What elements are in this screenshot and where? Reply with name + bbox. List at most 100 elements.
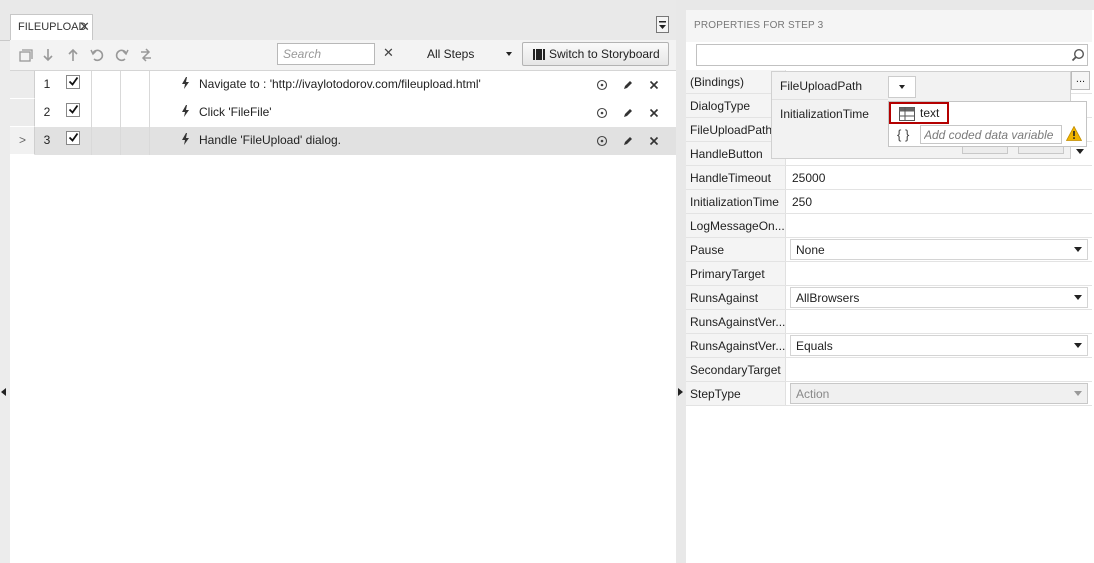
move-up-icon[interactable] xyxy=(65,47,81,63)
steps-search-input[interactable] xyxy=(278,44,378,64)
pause-select[interactable]: None xyxy=(790,239,1088,260)
warning-icon xyxy=(1066,126,1082,141)
switch-to-storyboard-button[interactable]: Switch to Storyboard xyxy=(522,42,669,66)
step-row[interactable]: 1 Navigate to : 'http://ivaylotodorov.co… xyxy=(10,71,676,99)
edit-step-icon[interactable] xyxy=(622,79,634,91)
step-description: Click 'FileFile' xyxy=(199,105,272,119)
column-divider xyxy=(91,71,92,99)
chevron-down-icon xyxy=(899,85,905,89)
tab-title: FILEUPLOAD xyxy=(18,21,87,33)
column-divider xyxy=(120,127,121,155)
step-row[interactable]: 2 Click 'FileFile' xyxy=(10,99,676,127)
step-enabled-checkbox[interactable] xyxy=(66,103,80,117)
column-divider xyxy=(91,127,92,155)
runsagainstversion-compare-select[interactable]: Equals xyxy=(790,335,1088,356)
checkmark-icon xyxy=(68,76,79,86)
step-number: 3 xyxy=(43,133,51,147)
clear-search-icon[interactable]: ✕ xyxy=(383,45,394,61)
property-name: PrimaryTarget xyxy=(686,262,786,285)
binding-options-dropdown: text { } xyxy=(888,101,1087,147)
tab-close-icon[interactable]: ✕ xyxy=(79,19,90,35)
property-value[interactable]: 25000 xyxy=(792,171,825,185)
property-row-runsagainst[interactable]: RunsAgainst AllBrowsers xyxy=(686,286,1092,310)
step-row-selected[interactable]: > 3 Handle 'FileUpload' dialog. xyxy=(10,127,676,155)
property-value[interactable]: 250 xyxy=(792,195,812,209)
step-enabled-checkbox[interactable] xyxy=(66,131,80,145)
bindings-more-button[interactable]: ... xyxy=(1071,71,1090,90)
chevron-down-icon xyxy=(1074,295,1082,300)
row-handle[interactable]: > xyxy=(10,127,35,155)
menu-dropdown-icon xyxy=(659,21,666,29)
property-row-initializationtime[interactable]: InitializationTime 250 xyxy=(686,190,1092,214)
tab-menu-button[interactable] xyxy=(656,16,669,33)
column-divider xyxy=(149,127,150,155)
properties-title: PROPERTIES FOR STEP 3 xyxy=(694,20,824,31)
property-name: RunsAgainst xyxy=(686,286,786,309)
properties-search-box xyxy=(696,44,1088,66)
binding-key[interactable]: InitializationTime xyxy=(780,107,869,121)
binding-value-dropdown[interactable] xyxy=(888,76,916,98)
runsagainst-select[interactable]: AllBrowsers xyxy=(790,287,1088,308)
curly-braces-icon: { } xyxy=(897,127,910,142)
refresh-icon[interactable] xyxy=(138,47,154,63)
property-row-logmessageon[interactable]: LogMessageOn... xyxy=(686,214,1092,238)
column-divider xyxy=(149,99,150,127)
property-row-primarytarget[interactable]: PrimaryTarget xyxy=(686,262,1092,286)
step-options-icon[interactable] xyxy=(596,135,608,147)
step-options-icon[interactable] xyxy=(596,107,608,119)
action-bolt-icon xyxy=(181,133,190,145)
action-bolt-icon xyxy=(181,77,190,89)
steps-filter-select[interactable]: All Steps xyxy=(418,43,514,65)
property-row-runsagainstversion-compare[interactable]: RunsAgainstVer... Equals xyxy=(686,334,1092,358)
binding-option-label: text xyxy=(920,106,940,120)
step-options-icon[interactable] xyxy=(596,79,608,91)
redo-icon[interactable] xyxy=(114,47,130,63)
steps-search-box xyxy=(277,43,378,65)
undo-icon[interactable] xyxy=(89,47,105,63)
tab-fileupload[interactable]: FILEUPLOAD ✕ xyxy=(10,14,93,40)
delete-step-icon[interactable] xyxy=(648,79,660,91)
column-divider xyxy=(120,71,121,99)
selected-row-marker: > xyxy=(19,133,27,147)
checkmark-icon xyxy=(68,104,79,114)
tab-strip: FILEUPLOAD ✕ xyxy=(0,0,676,41)
steptype-select: Action xyxy=(790,383,1088,404)
row-handle[interactable] xyxy=(10,71,35,99)
binding-option-text[interactable]: text xyxy=(889,102,949,124)
collapse-right-arrow-icon[interactable] xyxy=(678,388,683,396)
properties-header: PROPERTIES FOR STEP 3 xyxy=(686,10,1092,42)
steps-view-icon[interactable] xyxy=(18,47,34,63)
search-icon[interactable] xyxy=(1071,48,1085,62)
property-row-runsagainstversion[interactable]: RunsAgainstVer... xyxy=(686,310,1092,334)
steps-toolbar: ✕ All Steps Switch to Storyboard xyxy=(10,40,676,71)
column-divider xyxy=(91,99,92,127)
handlebutton-chevron-down-icon[interactable] xyxy=(1076,149,1084,154)
property-name: InitializationTime xyxy=(686,190,786,213)
property-name: HandleTimeout xyxy=(686,166,786,189)
property-name: LogMessageOn... xyxy=(686,214,786,237)
collapse-left-arrow-icon[interactable] xyxy=(1,388,6,396)
steps-filter-value: All Steps xyxy=(427,47,475,61)
delete-step-icon[interactable] xyxy=(648,107,660,119)
column-divider xyxy=(120,99,121,127)
edit-step-icon[interactable] xyxy=(622,107,634,119)
edit-step-icon[interactable] xyxy=(622,135,634,147)
coded-variable-input[interactable] xyxy=(921,126,1063,143)
move-down-icon[interactable] xyxy=(40,47,56,63)
property-row-steptype[interactable]: StepType Action xyxy=(686,382,1092,406)
property-row-pause[interactable]: Pause None xyxy=(686,238,1092,262)
action-bolt-icon xyxy=(181,105,190,117)
property-row-handletimeout[interactable]: HandleTimeout 25000 xyxy=(686,166,1092,190)
binding-key[interactable]: FileUploadPath xyxy=(780,79,862,93)
delete-step-icon[interactable] xyxy=(648,135,660,147)
property-row-secondarytarget[interactable]: SecondaryTarget xyxy=(686,358,1092,382)
runsagainst-select-value: AllBrowsers xyxy=(796,291,860,305)
coded-variable-field xyxy=(920,125,1063,144)
property-name: Pause xyxy=(686,238,786,261)
properties-search-input[interactable] xyxy=(697,45,1067,65)
step-enabled-checkbox[interactable] xyxy=(66,75,80,89)
steps-list: 1 Navigate to : 'http://ivaylotodorov.co… xyxy=(10,71,676,563)
test-steps-panel: FILEUPLOAD ✕ ✕ xyxy=(0,0,676,563)
row-handle[interactable] xyxy=(10,99,35,127)
chevron-down-icon xyxy=(506,52,512,56)
